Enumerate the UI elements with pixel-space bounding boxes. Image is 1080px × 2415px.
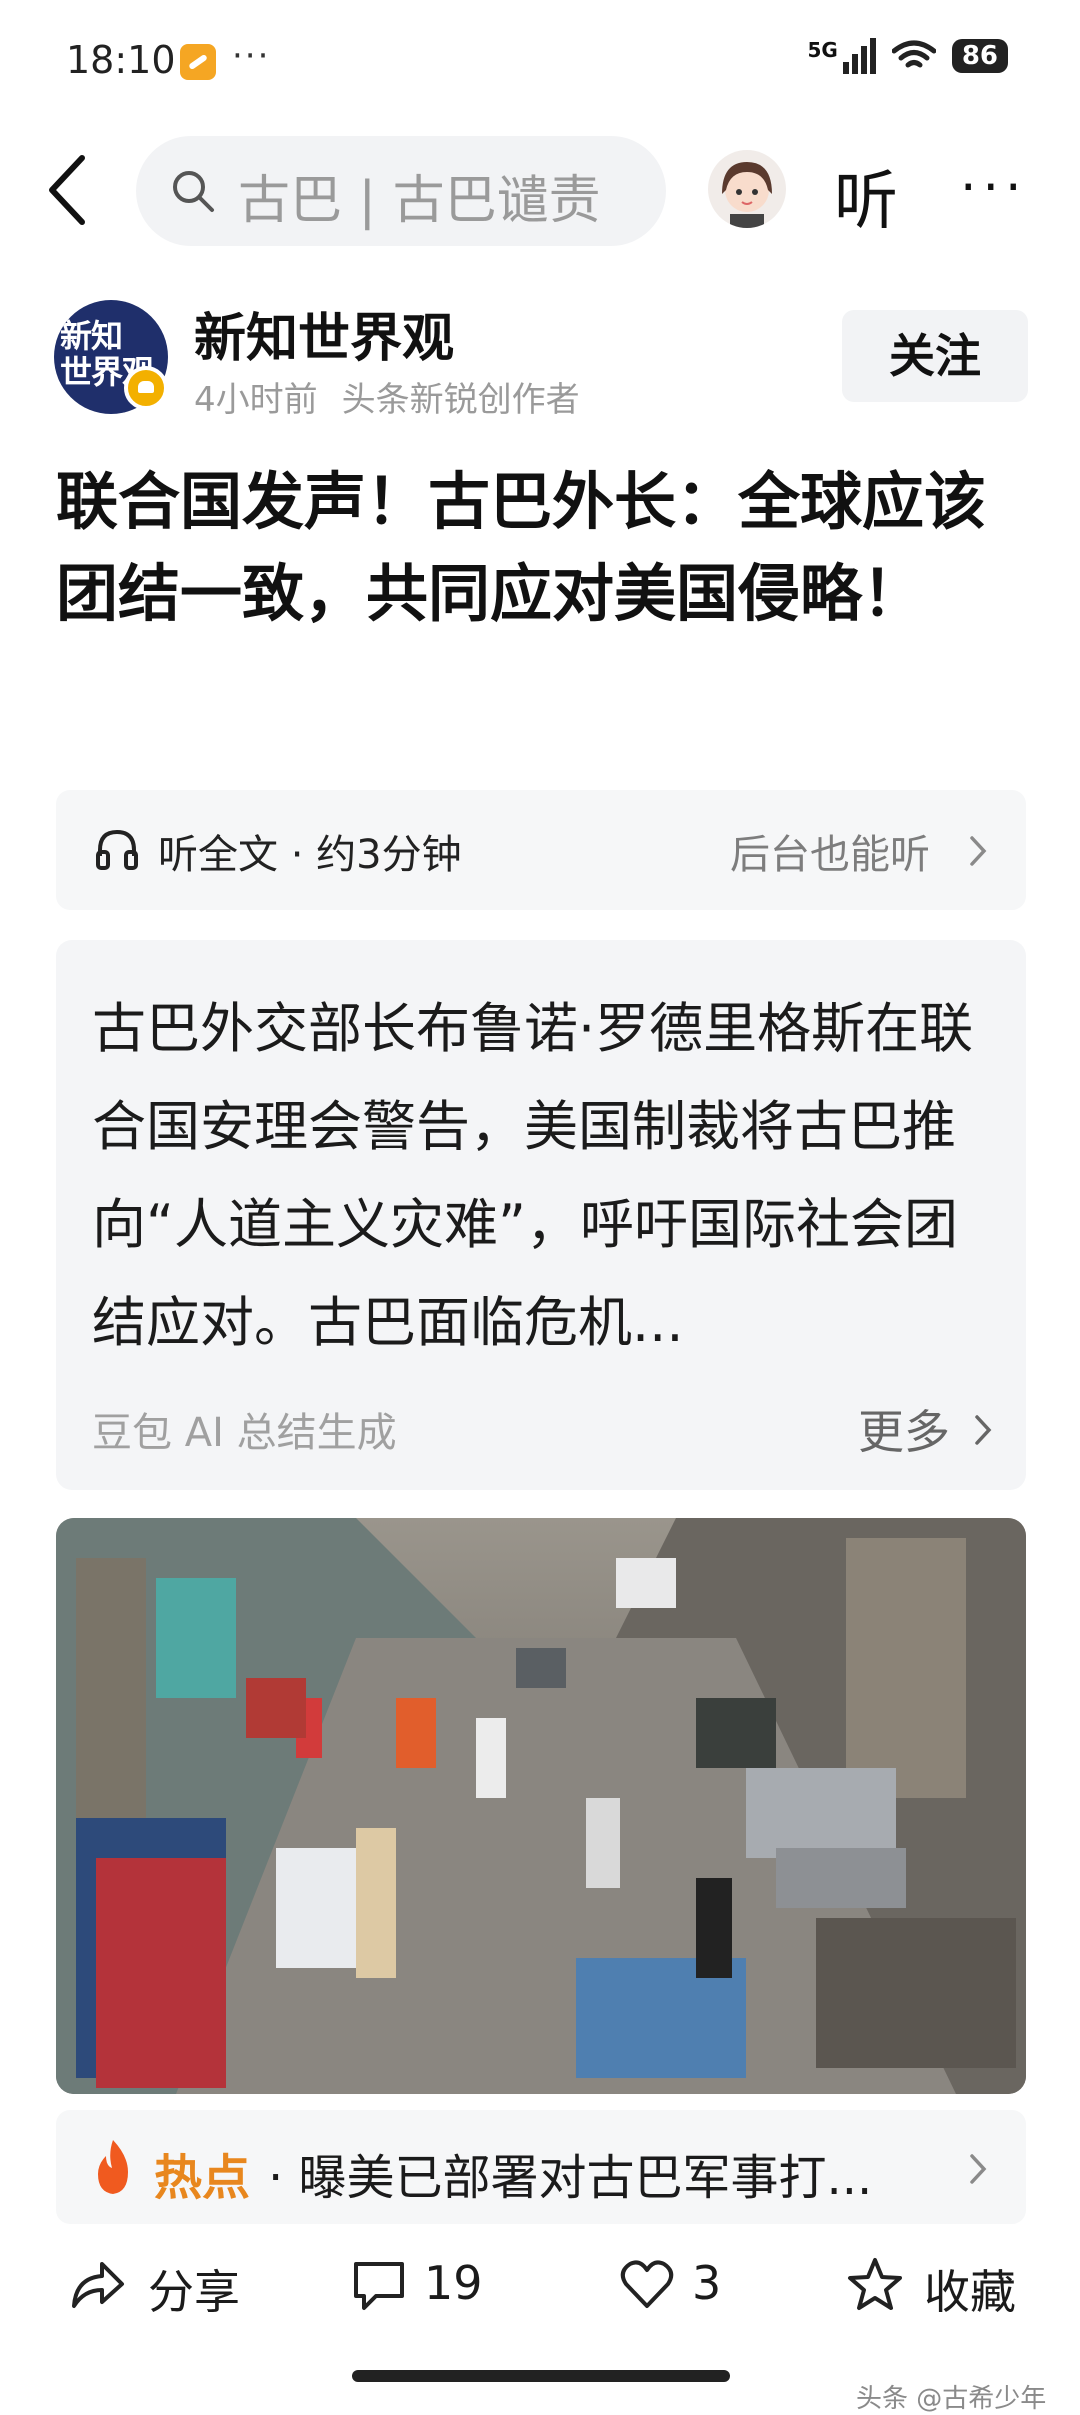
chevron-right-icon — [970, 2154, 987, 2184]
hot-topic-text[interactable]: · 曝美已部署对古巴军事打... — [268, 2138, 918, 2208]
fire-icon — [98, 2140, 128, 2194]
star-icon[interactable] — [846, 2256, 904, 2314]
like-count[interactable]: 3 — [692, 2256, 721, 2310]
article-title: 联合国发声！古巴外长：全球应该团结一致，共同应对美国侵略！ — [56, 465, 987, 630]
comment-count[interactable]: 19 — [424, 2256, 483, 2310]
author-meta: 4小时前 头条新锐创作者 — [194, 372, 604, 421]
hot-topic-label: 热点 — [154, 2150, 251, 2206]
listen-button[interactable]: 听 — [834, 150, 898, 242]
app-notification-icon — [180, 44, 216, 80]
street-scene-image — [56, 1518, 1026, 2094]
home-indicator[interactable] — [352, 2370, 730, 2382]
like-heart-icon[interactable] — [618, 2256, 676, 2314]
background-listen-label[interactable]: 后台也能听 — [730, 822, 930, 880]
status-indicators: 5G 86 — [807, 38, 1008, 74]
favorite-label[interactable]: 收藏 — [924, 2256, 1016, 2322]
share-icon[interactable] — [68, 2256, 126, 2314]
chevron-right-icon — [970, 836, 987, 866]
search-icon — [173, 171, 214, 212]
verified-badge-icon — [124, 366, 168, 410]
share-label[interactable]: 分享 — [148, 2256, 240, 2322]
comment-icon[interactable] — [350, 2256, 408, 2314]
chevron-right-icon — [975, 1415, 992, 1445]
back-arrow-icon[interactable] — [42, 150, 92, 230]
watermark: 头条 @古希少年 — [856, 2384, 1047, 2414]
signal-icon: 5G — [807, 38, 876, 74]
author-role: 头条新锐创作者 — [341, 380, 580, 420]
author-name[interactable]: 新知世界观 — [194, 296, 454, 371]
user-avatar[interactable] — [708, 150, 786, 228]
ai-summary-text: 古巴外交部长布鲁诺·罗德里格斯在联合国安理会警告，美国制裁将古巴推向“人道主义灾… — [92, 997, 974, 1354]
article-photo[interactable] — [56, 1518, 1026, 2094]
status-time: 18:10 — [66, 38, 176, 82]
search-query[interactable]: 古巴 | 古巴谴责 — [238, 158, 618, 233]
network-type: 5G — [807, 38, 838, 62]
follow-button[interactable]: 关注 — [842, 310, 1028, 402]
ai-summary-source: 豆包 AI 总结生成 — [92, 1410, 397, 1456]
status-more-dots: ··· — [232, 36, 271, 76]
headphones-icon — [96, 829, 138, 870]
avatar-illustration — [722, 162, 772, 228]
listen-full-label[interactable]: 听全文 · 约3分钟 — [158, 822, 462, 880]
wifi-icon — [891, 40, 936, 68]
summary-more-button[interactable]: 更多 — [858, 1396, 950, 1462]
post-time: 4小时前 — [194, 380, 318, 420]
more-options-button[interactable]: ··· — [960, 158, 1028, 218]
battery-level: 86 — [951, 39, 1008, 73]
logo-text-line1: 新知 — [60, 317, 123, 355]
